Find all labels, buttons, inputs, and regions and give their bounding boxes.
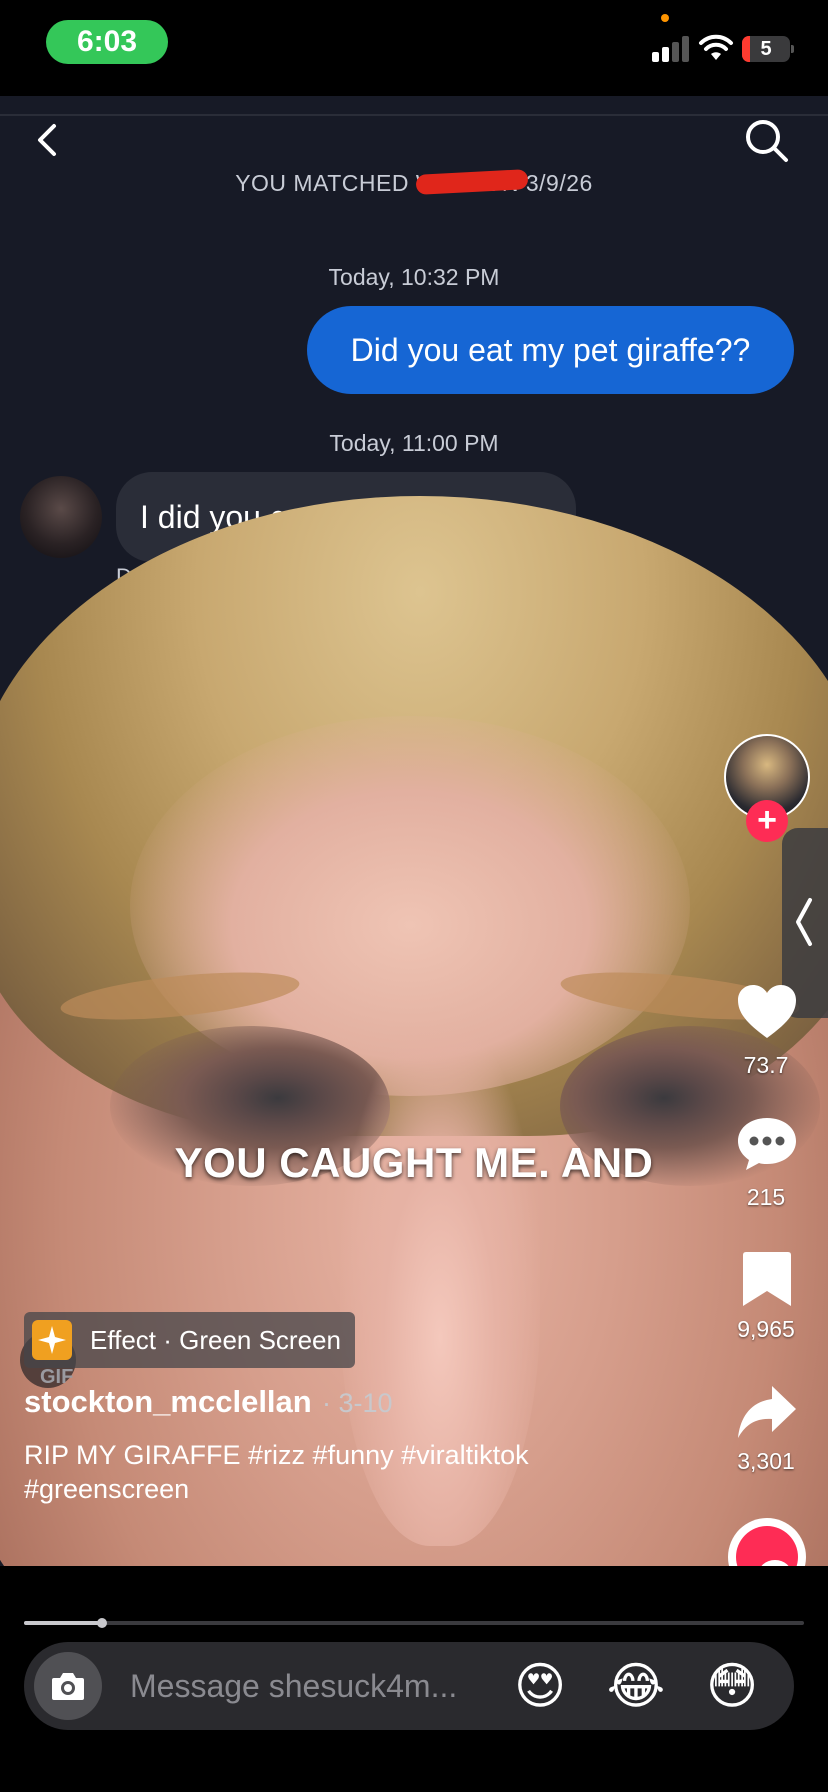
- chat-timestamp: Today, 10:32 PM: [328, 264, 500, 290]
- video-description[interactable]: RIP MY GIRAFFE #rizz #funny #viraltiktok…: [24, 1438, 664, 1506]
- cellular-signal-icon: [652, 36, 692, 62]
- battery-level: 5: [760, 38, 772, 60]
- flushed-emoji-button[interactable]: 😳: [702, 1656, 762, 1716]
- comment-count: 215: [746, 1184, 786, 1210]
- sparkle-effect-icon: [32, 1320, 72, 1360]
- outgoing-message-bubble: Did you eat my pet giraffe??: [307, 306, 794, 394]
- heart-eyes-emoji-button[interactable]: 😍: [510, 1656, 570, 1716]
- wifi-icon: [699, 34, 733, 60]
- save-count: 9,965: [737, 1316, 795, 1342]
- video-progress-bar[interactable]: [24, 1618, 804, 1628]
- laughing-emoji-button[interactable]: 😂: [606, 1656, 666, 1716]
- progress-knob[interactable]: [97, 1618, 107, 1628]
- match-avatar: [20, 476, 102, 558]
- back-chevron-icon[interactable]: [26, 116, 66, 164]
- bookmark-icon[interactable]: [734, 1250, 800, 1310]
- search-icon[interactable]: [742, 116, 792, 166]
- video-caption: YOU CAUGHT ME. AND: [174, 1139, 654, 1186]
- status-time: 6:03: [46, 20, 168, 64]
- message-input[interactable]: Message shesuck4m...: [130, 1642, 457, 1730]
- post-date: · 3-10: [322, 1388, 393, 1418]
- comment-icon[interactable]: [734, 1114, 800, 1174]
- heart-icon[interactable]: [734, 982, 800, 1042]
- bottom-bar: Message shesuck4m... 😍 😂 😳: [0, 1566, 828, 1792]
- effect-label: Effect · Green Screen: [90, 1325, 341, 1355]
- share-icon[interactable]: [734, 1382, 800, 1442]
- privacy-indicator-dot: [661, 14, 669, 22]
- like-count: 73.7: [743, 1052, 789, 1078]
- share-count: 3,301: [737, 1448, 795, 1474]
- creator-username[interactable]: stockton_mcclellan: [24, 1384, 312, 1420]
- camera-icon: [52, 1673, 84, 1700]
- matched-banner: YOU MATCHED WITH ON 3/9/26: [235, 170, 593, 196]
- progress-fill: [24, 1621, 102, 1625]
- camera-button[interactable]: [34, 1652, 102, 1720]
- chat-timestamp: Today, 11:00 PM: [329, 430, 499, 456]
- effect-chip[interactable]: Effect · Green Screen: [24, 1312, 355, 1368]
- battery-icon: 5: [742, 36, 790, 62]
- chevron-left-icon: [796, 898, 812, 946]
- status-bar: 6:03 5: [0, 0, 828, 96]
- follow-plus-icon[interactable]: +: [746, 800, 788, 842]
- message-input-bar[interactable]: Message shesuck4m... 😍 😂 😳: [24, 1642, 794, 1730]
